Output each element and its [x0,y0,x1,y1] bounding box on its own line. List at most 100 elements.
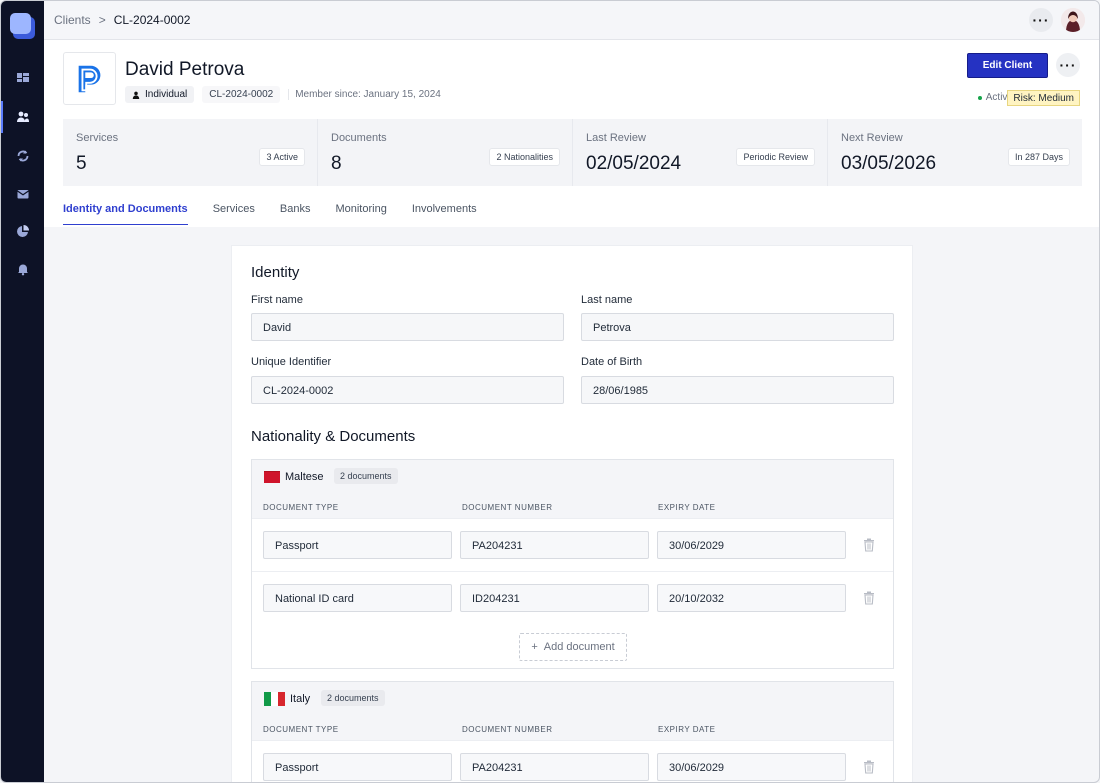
sidebar-item-dashboard[interactable] [1,60,44,96]
expiry-date-field[interactable]: 30/06/2029 [657,531,846,559]
client-type-badge: Individual [125,86,195,103]
stat-pill: Periodic Review [736,148,815,166]
dob-label: Date of Birth [581,356,643,368]
sidebar-item-sync[interactable] [1,138,44,174]
tab-involvements[interactable]: Involvements [412,203,477,225]
nationality-name: Maltese [285,471,324,483]
nationality-header: Italy 2 documents DOCUMENT TYPE DOCUMENT… [252,682,893,740]
client-tags: Individual CL-2024-0002 Member since: Ja… [125,86,441,103]
client-more-button[interactable]: ··· [1056,53,1080,77]
stat-pill: 3 Active [259,148,305,166]
identity-title: Identity [251,264,300,281]
uid-label: Unique Identifier [251,356,332,368]
stat-pill: 2 Nationalities [489,148,560,166]
first-name-label: First name [251,294,303,306]
stat-last-review: Last Review 02/05/2024 Periodic Review [573,119,827,186]
sidebar-item-notifications[interactable] [1,251,44,287]
stat-value: 8 [331,153,342,174]
nationality-group-maltese: Maltese 2 documents DOCUMENT TYPE DOCUME… [251,459,894,669]
stat-value: 5 [76,153,87,174]
inbox-icon [16,190,29,199]
risk-badge: Risk: Medium [1007,90,1080,106]
client-header: David Petrova Individual CL-2024-0002 Me… [44,40,1099,227]
stat-next-review: Next Review 03/05/2026 In 287 Days [828,119,1082,186]
clients-icon [16,111,29,122]
add-document-label: Add document [543,641,615,653]
last-name-label: Last name [581,294,633,306]
client-type-label: Individual [145,89,188,100]
sidebar-item-reports[interactable] [1,213,44,249]
top-bar: Clients > CL-2024-0002 ··· [44,1,1099,40]
stat-value: 02/05/2024 [586,153,682,174]
app-window: Clients > CL-2024-0002 ··· David Petrova… [0,0,1100,783]
nationality-header: Maltese 2 documents DOCUMENT TYPE DOCUME… [252,460,893,518]
stat-services: Services 5 3 Active [63,119,317,186]
col-document-number: DOCUMENT NUMBER [462,503,553,512]
flag-italy-icon [264,692,285,706]
sidebar [1,1,44,782]
stat-label: Documents [331,132,387,144]
document-row: National ID card ID204231 20/10/2032 [252,571,893,624]
tab-banks[interactable]: Banks [280,203,311,225]
col-expiry-date: EXPIRY DATE [658,725,716,734]
breadcrumb-clients[interactable]: Clients [54,13,91,27]
avatar[interactable] [1061,8,1085,32]
stats-bar: Services 5 3 Active Documents 8 2 Nation… [63,119,1082,186]
trash-icon[interactable] [863,591,875,605]
uid-field[interactable]: CL-2024-0002 [251,376,564,404]
documents-count-badge: 2 documents [334,468,398,484]
document-type-field[interactable]: National ID card [263,584,452,612]
user-icon [1061,8,1085,32]
add-document-button[interactable]: + Add document [519,633,627,661]
sidebar-item-inbox[interactable] [1,176,44,212]
tab-services[interactable]: Services [213,203,255,225]
stat-label: Next Review [841,132,903,144]
nationality-name: Italy [290,693,311,705]
document-type-field[interactable]: Passport [263,531,452,559]
app-logo[interactable] [10,13,35,39]
sync-icon [17,150,28,162]
flag-malta-icon [264,471,280,483]
expiry-date-field[interactable]: 30/06/2029 [657,753,846,781]
document-row: Passport PA204231 30/06/2029 [252,518,893,571]
stat-documents: Documents 8 2 Nationalities [318,119,572,186]
document-number-field[interactable]: ID204231 [460,584,649,612]
trash-icon[interactable] [863,760,875,774]
sidebar-item-clients[interactable] [1,99,44,135]
expiry-date-field[interactable]: 20/10/2032 [657,584,846,612]
chart-icon [16,225,29,237]
identity-card: Identity First name David Last name Petr… [232,246,912,782]
dob-field[interactable]: 28/06/1985 [581,376,894,404]
first-name-field[interactable]: David [251,313,564,341]
client-id-badge: CL-2024-0002 [202,86,281,103]
col-document-type: DOCUMENT TYPE [263,725,339,734]
documents-count-badge: 2 documents [321,690,385,706]
stat-label: Services [76,132,119,144]
stat-label: Last Review [586,132,646,144]
breadcrumb-current: CL-2024-0002 [113,13,191,27]
document-number-field[interactable]: PA204231 [460,531,649,559]
bell-icon [17,264,28,276]
nationality-group-italy: Italy 2 documents DOCUMENT TYPE DOCUMENT… [251,681,894,782]
tab-bar: Identity and Documents Services Banks Mo… [63,203,502,225]
tab-monitoring[interactable]: Monitoring [335,203,386,225]
member-since: Member since: January 15, 2024 [288,89,441,100]
chevron-right-icon: > [98,13,106,27]
edit-client-button[interactable]: Edit Client [967,53,1048,78]
document-type-field[interactable]: Passport [263,753,452,781]
top-more-button[interactable]: ··· [1029,8,1053,32]
last-name-field[interactable]: Petrova [581,313,894,341]
stat-value: 03/05/2026 [841,153,937,174]
nationality-title: Nationality & Documents [251,428,416,445]
plus-icon: + [531,641,538,653]
dashboard-icon [16,73,29,82]
user-icon [132,91,140,99]
client-logo [63,52,116,105]
document-number-field[interactable]: PA204231 [460,753,649,781]
col-expiry-date: EXPIRY DATE [658,503,716,512]
trash-icon[interactable] [863,538,875,552]
col-document-number: DOCUMENT NUMBER [462,725,553,734]
status-dot-icon [977,95,982,100]
stat-pill: In 287 Days [1007,148,1070,166]
tab-identity-documents[interactable]: Identity and Documents [63,203,188,225]
